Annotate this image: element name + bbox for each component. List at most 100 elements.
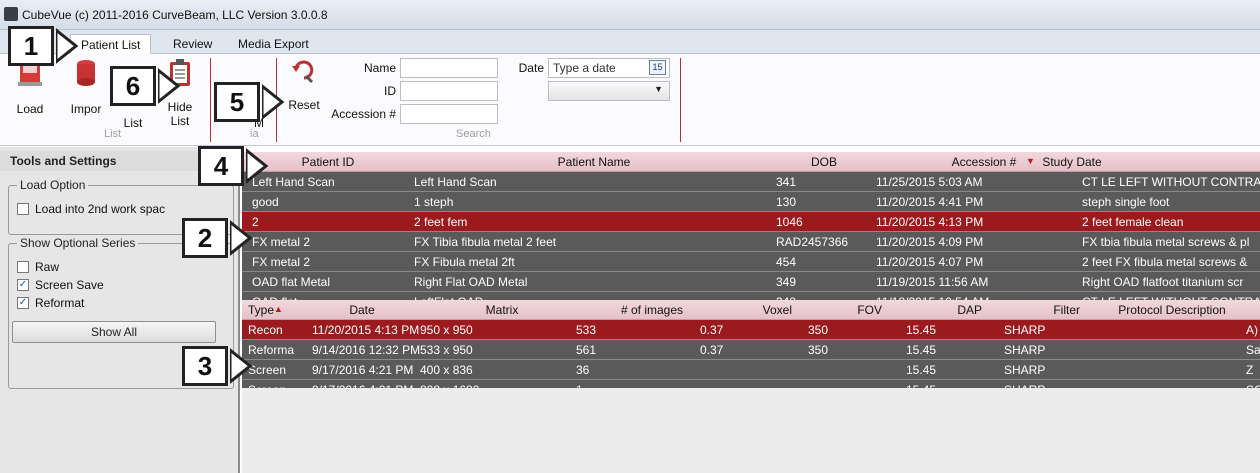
cell-dap: 15.45 (906, 363, 937, 377)
table-row[interactable]: FX metal 2 FX Tibia fibula metal 2 feet RA… (242, 232, 1260, 252)
title-bar: CubeVue (c) 2011-2016 CurveBeam, LLC Ver… (0, 0, 1260, 30)
load-option-title: Load Option (17, 178, 89, 192)
raw-checkbox[interactable]: Raw (17, 260, 59, 274)
col-images[interactable]: # of images (582, 303, 722, 317)
load-second-checkbox[interactable]: Load into 2nd work spac (17, 202, 165, 216)
raw-label: Raw (35, 260, 60, 274)
cell-patient-id: FX metal 2 (252, 255, 311, 269)
table-row[interactable]: Screen 9/17/2016 4:21 PM 400 x 836 36 15.45 S… (242, 360, 1260, 380)
table-row[interactable]: 2 2 feet fem 1046 11/20/2015 4:13 PM 2 feet … (242, 212, 1260, 232)
cell-fov: 350 (808, 323, 829, 337)
col-type[interactable]: Type (244, 303, 294, 317)
chevron-down-icon: ▼ (654, 84, 663, 94)
reformat-checkbox[interactable]: ✓ Reformat (17, 296, 84, 310)
callout-5: 5 (214, 82, 260, 122)
cell-patient-name: Right Flat OAD Metal (414, 275, 528, 289)
cell-accession: 341 (776, 175, 797, 189)
cell-dap: 15.45 (906, 343, 937, 357)
reset-label: Reset (288, 98, 320, 112)
col-matrix[interactable]: Matrix (422, 303, 582, 317)
tab-review[interactable]: Review (163, 34, 222, 54)
check-icon: ✓ (17, 297, 29, 309)
cell-protocol: Z (1246, 363, 1254, 377)
cell-study-date: 11/20/2015 4:07 PM (876, 255, 984, 269)
cell-study-description: Right OAD flatfoot titanium scr (1082, 275, 1244, 289)
tab-patient-list[interactable]: Patient List (70, 34, 152, 54)
callout-3: 3 (182, 346, 228, 386)
col-dap[interactable]: DAP (882, 303, 982, 317)
name-input[interactable] (400, 58, 498, 78)
date-placeholder: Type a date (553, 61, 616, 75)
empty-grid-area (242, 388, 1260, 473)
load-label: Load (16, 102, 44, 116)
table-row[interactable]: good 1 steph 130 11/20/2015 4:41 PM steph si… (242, 192, 1260, 212)
table-row[interactable]: OAD flat Metal Right Flat OAD Metal 349 11/… (242, 272, 1260, 292)
cell-study-date: 11/20/2015 4:13 PM (876, 215, 984, 229)
tab-strip: Patient List Review Media Export (0, 30, 1260, 54)
cell-images: 533 (576, 323, 597, 337)
date-label: Date (518, 61, 544, 75)
col-patient-name[interactable]: Patient Name (414, 155, 774, 169)
cell-study-date: 11/19/2015 11:56 AM (876, 275, 989, 289)
cell-study-date: 11/25/2015 5:03 AM (876, 175, 983, 189)
group-label-search: Search (456, 128, 491, 140)
col-voxel[interactable]: Voxel (702, 303, 792, 317)
cell-study-description: 2 feet female clean (1082, 215, 1184, 229)
sort-asc-icon: ▲ (274, 304, 283, 314)
cell-patient-name: Left Hand Scan (414, 175, 497, 189)
ribbon-divider (680, 58, 681, 142)
screen-save-checkbox[interactable]: ✓ Screen Save (17, 278, 104, 292)
col-protocol[interactable]: Protocol Description (1092, 303, 1252, 317)
cell-type: Recon (248, 323, 283, 337)
cell-protocol: Sa (1246, 343, 1260, 357)
cell-patient-name: FX Fibula metal 2ft (414, 255, 515, 269)
ribbon: Load Impor List Hide List List M ia Rese… (0, 54, 1260, 146)
callout-2-arrow (230, 220, 253, 256)
tab-media-export[interactable]: Media Export (228, 34, 319, 54)
cell-patient-id: Left Hand Scan (252, 175, 335, 189)
cell-date: 9/14/2016 12:32 PM (312, 343, 421, 357)
date-input[interactable]: Type a date 15 (548, 58, 670, 78)
col-filter[interactable]: Filter (982, 303, 1080, 317)
calendar-icon[interactable]: 15 (649, 60, 666, 75)
cell-patient-id: good (252, 195, 279, 209)
cell-matrix: 400 x 836 (420, 363, 473, 377)
cell-study-description: steph single foot (1082, 195, 1170, 209)
reformat-label: Reformat (35, 296, 85, 310)
reset-button[interactable]: Reset (284, 58, 324, 112)
cell-patient-name: 2 feet fem (414, 215, 468, 229)
table-row[interactable]: Left Hand Scan Left Hand Scan 341 11/25/201… (242, 172, 1260, 192)
id-input[interactable] (400, 81, 498, 101)
cell-accession: RAD2457366 (776, 235, 849, 249)
show-all-button[interactable]: Show All (12, 321, 216, 343)
checkbox-icon (17, 261, 29, 273)
optional-series-title: Show Optional Series (17, 236, 139, 250)
app-icon (4, 7, 18, 21)
cell-voxel: 0.37 (700, 323, 724, 337)
check-icon: ✓ (17, 279, 29, 291)
cell-patient-id: 2 (252, 215, 259, 229)
col-date[interactable]: Date (302, 303, 422, 317)
screen-save-label: Screen Save (35, 278, 104, 292)
table-row[interactable]: FX metal 2 FX Fibula metal 2ft 454 11/20/20… (242, 252, 1260, 272)
cell-date: 11/20/2015 4:13 PM (312, 323, 420, 337)
import-label: Impor (70, 102, 102, 116)
col-fov[interactable]: FOV (802, 303, 882, 317)
accession-input[interactable] (400, 104, 498, 124)
date-range-dropdown[interactable]: ▼ (548, 81, 670, 101)
cell-accession: 454 (776, 255, 797, 269)
table-row[interactable]: Reforma 9/14/2016 12:32 PM 533 x 950 561 0.3… (242, 340, 1260, 360)
tools-settings-panel: Tools and Settings Load Option Load into… (0, 147, 240, 473)
window-title: CubeVue (c) 2011-2016 CurveBeam, LLC Ver… (22, 8, 328, 22)
cell-protocol: A) (1246, 323, 1258, 337)
cell-study-date: 11/20/2015 4:41 PM (876, 195, 984, 209)
sort-desc-icon: ▼ (1026, 156, 1035, 166)
cell-voxel: 0.37 (700, 343, 724, 357)
callout-6-arrow (158, 68, 181, 104)
cell-type: Reforma (248, 343, 295, 357)
cell-images: 561 (576, 343, 597, 357)
list-label: List (123, 116, 143, 130)
checkbox-icon (17, 203, 29, 215)
table-row[interactable]: Recon 11/20/2015 4:13 PM 950 x 950 533 0.37 3… (242, 320, 1260, 340)
calendar-day: 15 (652, 62, 663, 72)
